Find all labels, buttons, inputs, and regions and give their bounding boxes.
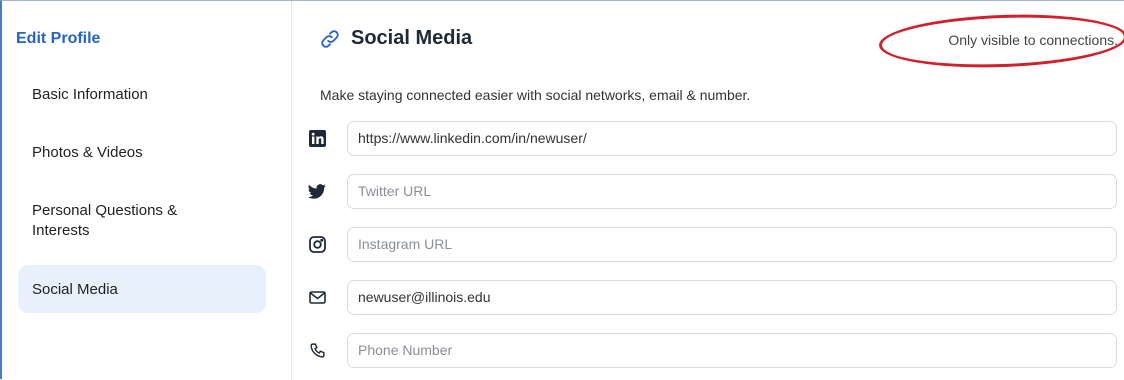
twitter-url-field[interactable] bbox=[347, 173, 1117, 209]
phone-icon bbox=[307, 340, 327, 360]
phone-row bbox=[307, 332, 1119, 368]
linkedin-url-field[interactable] bbox=[347, 120, 1117, 156]
section-description: Make staying connected easier with socia… bbox=[320, 87, 751, 103]
page-title: Social Media bbox=[351, 27, 473, 49]
mail-icon bbox=[307, 287, 327, 307]
email-row bbox=[307, 279, 1119, 315]
instagram-row bbox=[307, 226, 1119, 262]
twitter-icon bbox=[307, 181, 327, 201]
link-icon bbox=[321, 29, 339, 48]
phone-number-field[interactable] bbox=[347, 332, 1117, 368]
sidebar-item-label: Photos & Videos bbox=[32, 144, 143, 161]
section-header: Social Media bbox=[319, 27, 472, 50]
instagram-icon bbox=[307, 234, 327, 254]
sidebar-title: Edit Profile bbox=[16, 30, 101, 47]
window-frame: Edit Profile Basic Information Photos & … bbox=[0, 0, 1124, 380]
sidebar-item-basic-information[interactable]: Basic Information bbox=[18, 85, 266, 105]
sidebar-item-label: Social Media bbox=[32, 281, 118, 298]
twitter-row bbox=[307, 173, 1119, 209]
main-panel: Social Media Only visible to connections… bbox=[293, 1, 1124, 380]
sidebar-item-label: Personal Questions & Interests bbox=[32, 202, 178, 239]
email-field[interactable] bbox=[347, 279, 1117, 315]
linkedin-icon bbox=[307, 128, 327, 148]
sidebar-item-photos-videos[interactable]: Photos & Videos bbox=[18, 143, 266, 163]
linkedin-row bbox=[307, 120, 1119, 156]
sidebar-item-social-media[interactable]: Social Media bbox=[18, 265, 266, 313]
sidebar-item-personal-questions[interactable]: Personal Questions & Interests bbox=[18, 201, 218, 241]
instagram-url-field[interactable] bbox=[347, 226, 1117, 262]
visibility-note: Only visible to connections. bbox=[948, 32, 1118, 48]
sidebar-item-label: Basic Information bbox=[32, 86, 148, 103]
sidebar: Edit Profile Basic Information Photos & … bbox=[4, 1, 292, 380]
